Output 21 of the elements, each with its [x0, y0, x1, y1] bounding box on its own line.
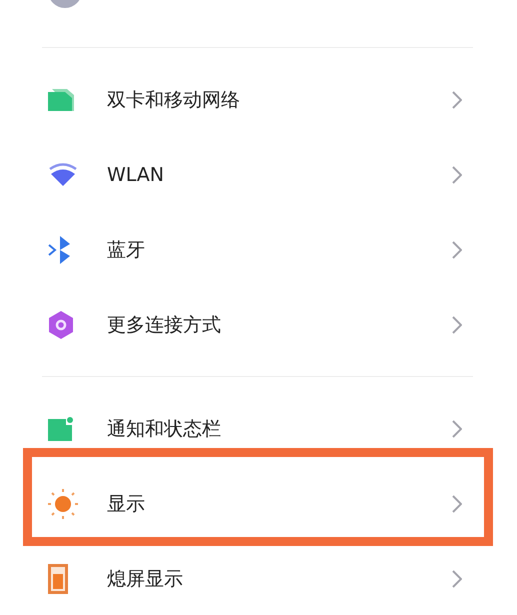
- sun-icon: [48, 488, 78, 518]
- chevron-icon: [452, 316, 462, 334]
- phone-icon: [48, 564, 68, 594]
- settings-item[interactable]: 显示: [107, 490, 452, 516]
- wifi-icon: [48, 162, 78, 186]
- notification-icon: [48, 416, 74, 440]
- chevron-icon: [452, 570, 462, 588]
- settings-item[interactable]: 更多连接方式: [107, 312, 452, 338]
- settings-item[interactable]: 熄屏显示: [107, 566, 452, 592]
- settings-item[interactable]: 通知和状态栏: [107, 416, 452, 442]
- sim-card-icon: [48, 88, 76, 110]
- chevron-icon: [452, 240, 462, 258]
- chevron-icon: [452, 90, 462, 108]
- settings-item[interactable]: WLAN: [107, 164, 452, 186]
- hexagon-icon: [48, 310, 74, 338]
- avatar-icon: [48, 0, 82, 8]
- settings-item[interactable]: 双卡和移动网络: [107, 86, 452, 112]
- chevron-icon: [452, 166, 462, 184]
- chevron-icon: [452, 420, 462, 438]
- settings-item[interactable]: 蓝牙: [107, 236, 452, 262]
- chevron-icon: [452, 494, 462, 512]
